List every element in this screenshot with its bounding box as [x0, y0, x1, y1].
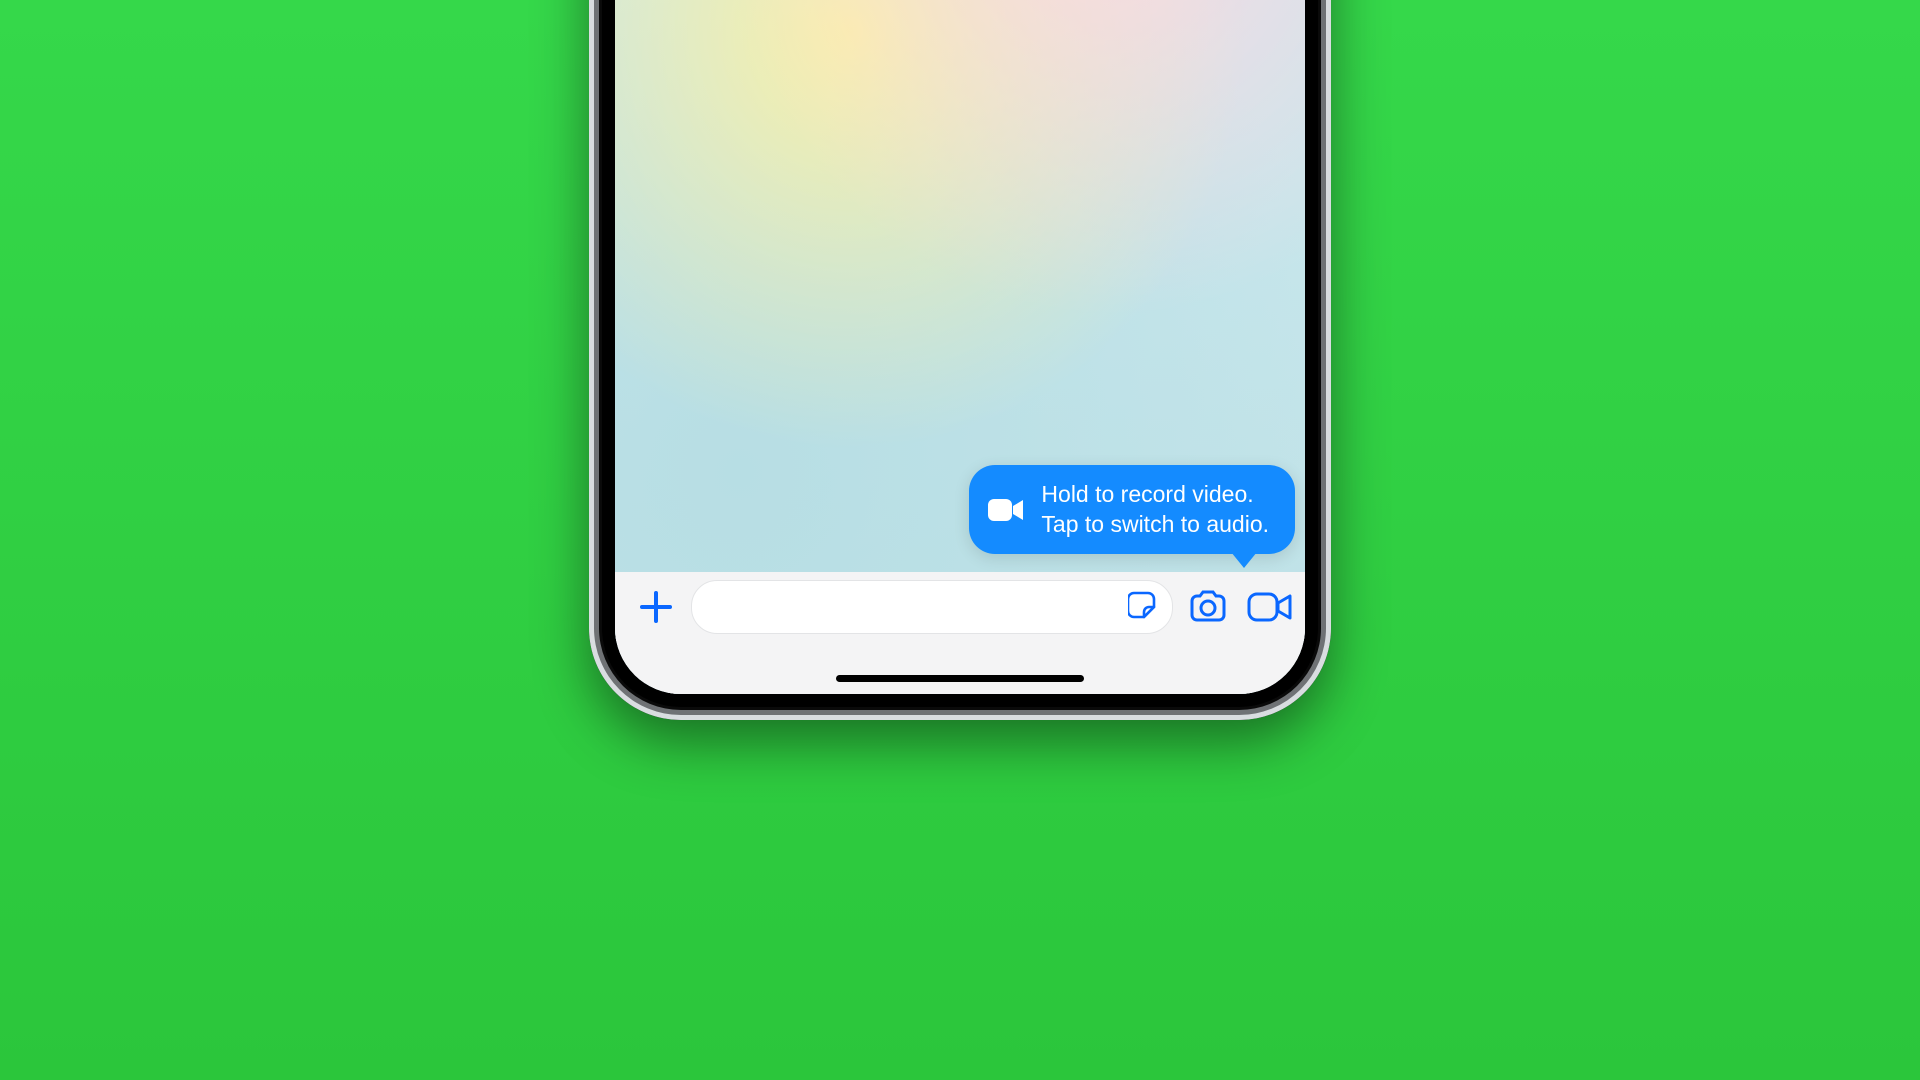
message-input[interactable]	[691, 580, 1173, 634]
camera-icon	[1187, 589, 1229, 625]
tooltip-tail	[1231, 552, 1257, 568]
video-record-button[interactable]	[1243, 580, 1297, 634]
tooltip-text: Hold to record video. Tap to switch to a…	[1041, 480, 1269, 539]
screenshot-stage: Hold to record video. Tap to switch to a…	[232, 0, 1688, 816]
compose-bar	[615, 572, 1305, 642]
sticker-icon	[1128, 589, 1160, 626]
phone-screen: Hold to record video. Tap to switch to a…	[615, 0, 1305, 694]
phone-frame: Hold to record video. Tap to switch to a…	[589, 0, 1331, 720]
home-area	[615, 642, 1305, 694]
record-hint-tooltip: Hold to record video. Tap to switch to a…	[969, 465, 1295, 554]
plus-icon	[638, 589, 674, 625]
home-indicator[interactable]	[836, 675, 1084, 682]
camera-button[interactable]	[1181, 580, 1235, 634]
video-icon	[987, 496, 1025, 524]
sticker-button[interactable]	[1124, 587, 1164, 627]
video-icon	[1247, 590, 1293, 624]
add-button[interactable]	[629, 580, 683, 634]
